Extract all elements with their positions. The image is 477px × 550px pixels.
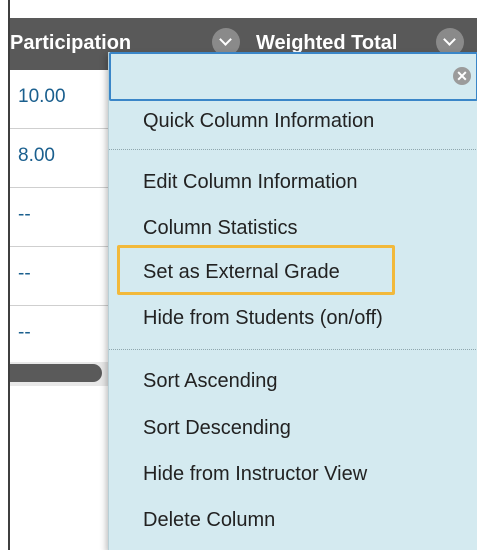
menu-item-hide-from-instructor-view[interactable]: Hide from Instructor View — [143, 463, 367, 486]
menu-item-hide-from-students[interactable]: Hide from Students (on/off) — [143, 307, 383, 330]
grade-cell[interactable]: 10.00 — [18, 86, 66, 108]
menu-item-set-as-external-grade[interactable]: Set as External Grade — [143, 261, 340, 284]
column-context-menu: ✕ Quick Column Information Edit Column I… — [108, 52, 477, 550]
menu-search-field[interactable] — [109, 52, 477, 101]
menu-divider — [109, 149, 477, 150]
close-icon[interactable]: ✕ — [453, 67, 471, 85]
table-row[interactable]: 10.00 — [10, 70, 110, 129]
table-row[interactable]: -- — [10, 188, 110, 247]
menu-item-column-statistics[interactable]: Column Statistics — [143, 217, 298, 240]
table-row[interactable]: -- — [10, 247, 110, 306]
table-row[interactable]: 8.00 — [10, 129, 110, 188]
grade-cell[interactable]: -- — [18, 263, 31, 285]
grade-cell[interactable]: -- — [18, 204, 31, 226]
menu-item-edit-column-information[interactable]: Edit Column Information — [143, 171, 358, 194]
menu-item-sort-ascending[interactable]: Sort Ascending — [143, 370, 278, 393]
grade-cell[interactable]: -- — [18, 322, 31, 344]
menu-item-quick-column-information[interactable]: Quick Column Information — [143, 110, 374, 133]
menu-divider — [109, 349, 477, 350]
scrollbar-thumb[interactable] — [10, 364, 102, 382]
menu-item-delete-column[interactable]: Delete Column — [143, 509, 275, 532]
grade-cell[interactable]: 8.00 — [18, 145, 55, 167]
table-row[interactable]: -- — [10, 306, 110, 365]
menu-item-sort-descending[interactable]: Sort Descending — [143, 417, 291, 440]
